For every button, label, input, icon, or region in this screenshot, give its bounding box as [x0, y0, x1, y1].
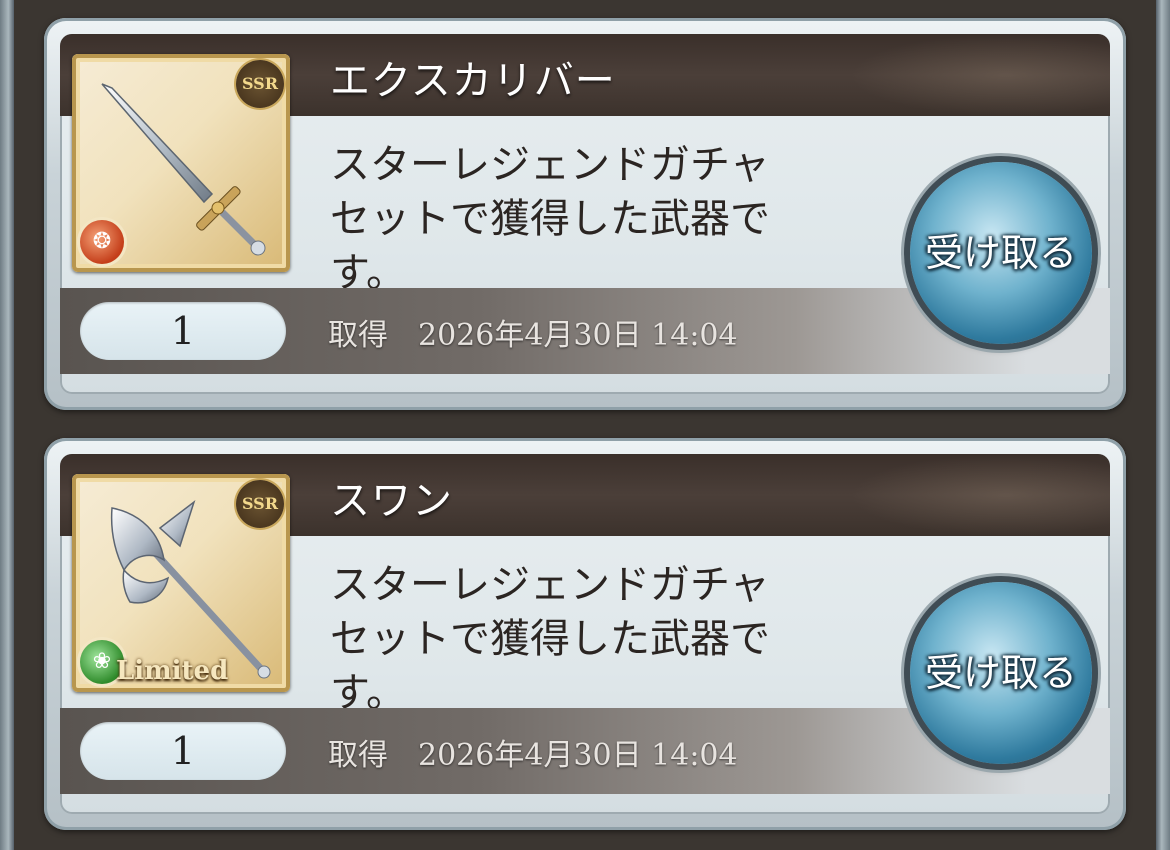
acquired-label: 取得 — [328, 318, 388, 353]
rarity-badge: SSR — [236, 480, 284, 528]
weapon-thumbnail[interactable]: SSR ❂ — [72, 54, 290, 272]
rarity-badge: SSR — [236, 60, 284, 108]
limited-badge: Limited — [116, 656, 229, 686]
title-ornament — [850, 34, 1110, 116]
reward-name: エクスカリバー — [330, 58, 616, 104]
fire-element-icon: ❂ — [80, 220, 124, 264]
acquired-date: 2026年4月30日 14:04 — [418, 738, 738, 773]
description-line: スターレジェンドガチャ — [330, 562, 770, 608]
description-line: スターレジェンドガチャ — [330, 142, 770, 188]
reward-description: スターレジェンドガチャ セットで獲得した武器で す。 — [330, 558, 850, 720]
description-line: セットで獲得した武器で — [330, 196, 770, 242]
reward-name: スワン — [330, 478, 453, 524]
acquired-label: 取得 — [328, 738, 388, 773]
reward-count: 1 — [80, 722, 286, 780]
weapon-thumbnail[interactable]: SSR ❀ Limited — [72, 474, 290, 692]
reward-card: エクスカリバー スターレジェンドガチャ セットで獲得した武器で す。 1 取得 2… — [44, 18, 1126, 410]
acquired-date: 2026年4月30日 14:04 — [418, 318, 738, 353]
reward-card-inner: スワン スターレジェンドガチャ セットで獲得した武器で す。 1 取得 2026年… — [60, 454, 1110, 814]
reward-card: スワン スターレジェンドガチャ セットで獲得した武器で す。 1 取得 2026年… — [44, 438, 1126, 830]
acquired-info: 取得 2026年4月30日 14:04 — [328, 730, 738, 774]
description-line: セットで獲得した武器で — [330, 616, 770, 662]
reward-description: スターレジェンドガチャ セットで獲得した武器で す。 — [330, 138, 850, 300]
reward-count: 1 — [80, 302, 286, 360]
title-ornament — [850, 454, 1110, 536]
receive-button[interactable]: 受け取る — [910, 162, 1092, 344]
acquired-info: 取得 2026年4月30日 14:04 — [328, 310, 738, 354]
reward-list: エクスカリバー スターレジェンドガチャ セットで獲得した武器で す。 1 取得 2… — [0, 0, 1170, 850]
reward-card-inner: エクスカリバー スターレジェンドガチャ セットで獲得した武器で す。 1 取得 2… — [60, 34, 1110, 394]
receive-button[interactable]: 受け取る — [910, 582, 1092, 764]
